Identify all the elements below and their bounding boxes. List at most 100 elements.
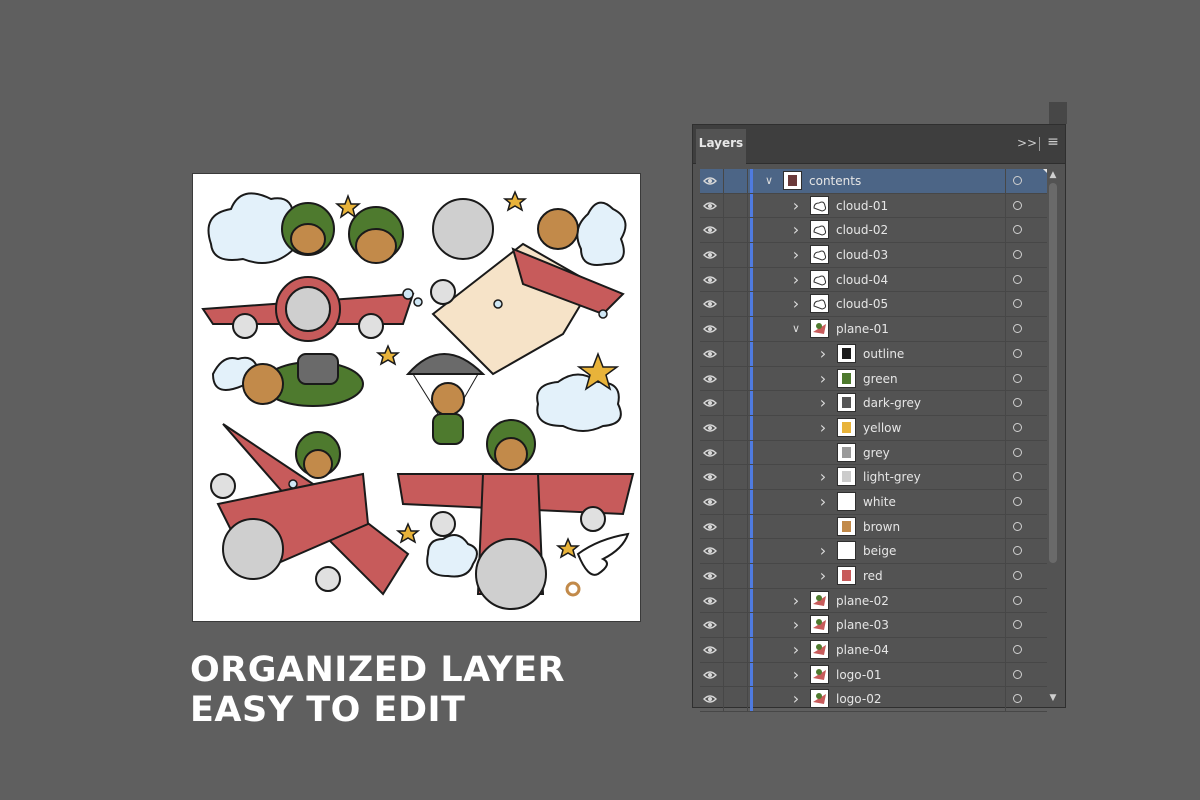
scroll-down-icon[interactable]: ▼: [1047, 692, 1059, 704]
layer-row[interactable]: › plane-04: [700, 638, 1047, 663]
target-circle-icon[interactable]: [1013, 324, 1022, 334]
layer-row[interactable]: › logo-01: [700, 662, 1047, 688]
panel-dock-strip: [1049, 102, 1067, 124]
target-circle-icon[interactable]: [1013, 472, 1022, 482]
target-circle-icon[interactable]: [1013, 373, 1022, 383]
chevron-right-icon[interactable]: ›: [790, 197, 802, 213]
chevron-right-icon[interactable]: ›: [790, 642, 802, 658]
chevron-right-icon[interactable]: ›: [790, 296, 802, 312]
target-circle-icon[interactable]: [1013, 200, 1022, 210]
target-circle-icon[interactable]: [1013, 176, 1022, 185]
target-circle-icon[interactable]: [1013, 571, 1022, 580]
layer-row[interactable]: › light-grey: [700, 465, 1047, 490]
layer-row[interactable]: › logo-02: [700, 687, 1047, 713]
chevron-down-icon[interactable]: ∨: [790, 322, 802, 336]
chevron-right-icon[interactable]: ›: [790, 271, 802, 287]
target-circle-icon[interactable]: [1013, 496, 1022, 506]
eye-icon[interactable]: [703, 619, 717, 631]
column-divider: [747, 267, 748, 292]
chevron-right-icon[interactable]: ›: [817, 568, 829, 584]
eye-icon[interactable]: [703, 570, 717, 582]
eye-icon[interactable]: [703, 249, 717, 261]
layer-row[interactable]: grey: [700, 440, 1047, 466]
layer-row[interactable]: › green: [700, 366, 1047, 392]
layer-row[interactable]: › cloud-02: [700, 218, 1047, 244]
eye-icon[interactable]: [703, 422, 717, 434]
chevron-right-icon[interactable]: ›: [817, 370, 829, 386]
eye-icon[interactable]: [703, 545, 717, 557]
layer-row[interactable]: › yellow: [700, 415, 1047, 441]
target-circle-icon[interactable]: [1013, 398, 1022, 408]
target-circle-icon[interactable]: [1013, 645, 1022, 655]
eye-icon[interactable]: [703, 274, 717, 286]
eye-icon[interactable]: [703, 348, 717, 360]
eye-icon[interactable]: [703, 373, 717, 385]
target-circle-icon[interactable]: [1013, 422, 1022, 432]
eye-icon[interactable]: [703, 298, 717, 310]
scrollbar[interactable]: ▲ ▼: [1047, 169, 1059, 704]
chevron-right-icon[interactable]: ›: [817, 395, 829, 411]
layer-row[interactable]: ∨ contents: [700, 169, 1047, 194]
target-circle-icon[interactable]: [1013, 299, 1022, 309]
eye-icon[interactable]: [703, 323, 717, 335]
hamburger-menu-icon[interactable]: ≡: [1043, 133, 1063, 153]
layer-row[interactable]: › plane-02: [700, 588, 1047, 614]
chevron-right-icon[interactable]: ›: [817, 345, 829, 361]
chevron-right-icon[interactable]: ›: [790, 691, 802, 707]
chevron-right-icon[interactable]: ›: [817, 543, 829, 559]
layer-row[interactable]: brown: [700, 514, 1047, 540]
eye-icon[interactable]: [703, 224, 717, 236]
scroll-thumb[interactable]: [1049, 183, 1057, 563]
chevron-right-icon[interactable]: ›: [790, 617, 802, 633]
target-circle-icon[interactable]: [1013, 694, 1022, 704]
target-circle-icon[interactable]: [1013, 250, 1022, 260]
chevron-right-icon[interactable]: ›: [790, 592, 802, 608]
column-divider: [723, 267, 724, 292]
eye-icon[interactable]: [703, 447, 717, 459]
target-circle-icon[interactable]: [1013, 546, 1022, 556]
layer-color-bar: [750, 638, 753, 662]
layer-row[interactable]: › plane-03: [700, 613, 1047, 639]
layer-row[interactable]: › beige: [700, 539, 1047, 564]
layer-row[interactable]: › cloud-03: [700, 243, 1047, 268]
double-chevron-right-icon[interactable]: >>: [1017, 133, 1037, 153]
layer-row[interactable]: › dark-grey: [700, 391, 1047, 416]
eye-icon[interactable]: [703, 644, 717, 656]
layer-row[interactable]: ∨ plane-01: [700, 317, 1047, 342]
target-circle-icon[interactable]: [1013, 620, 1022, 630]
target-circle-icon[interactable]: [1013, 669, 1022, 679]
chevron-right-icon[interactable]: ›: [817, 493, 829, 509]
layer-row[interactable]: › cloud-04: [700, 267, 1047, 293]
eye-icon[interactable]: [703, 397, 717, 409]
chevron-right-icon[interactable]: ›: [817, 469, 829, 485]
eye-icon[interactable]: [703, 595, 717, 607]
chevron-right-icon[interactable]: ›: [790, 222, 802, 238]
column-divider: [747, 193, 748, 218]
eye-icon[interactable]: [703, 669, 717, 681]
target-circle-icon[interactable]: [1013, 521, 1022, 531]
eye-icon[interactable]: [703, 693, 717, 705]
layer-row[interactable]: › red: [700, 564, 1047, 589]
scroll-up-icon[interactable]: ▲: [1047, 169, 1059, 181]
eye-icon[interactable]: [703, 471, 717, 483]
layer-row[interactable]: › cloud-01: [700, 193, 1047, 219]
target-circle-icon[interactable]: [1013, 595, 1022, 605]
eye-icon[interactable]: [703, 200, 717, 212]
target-circle-icon[interactable]: [1013, 225, 1022, 235]
target-circle-icon[interactable]: [1013, 348, 1022, 358]
chevron-down-icon[interactable]: ∨: [763, 174, 775, 188]
eye-icon[interactable]: [703, 496, 717, 508]
target-circle-icon[interactable]: [1013, 274, 1022, 284]
layer-row[interactable]: › white: [700, 489, 1047, 515]
target-circle-icon[interactable]: [1013, 447, 1022, 457]
tab-layers[interactable]: Layers: [696, 129, 746, 164]
layer-name: outline: [863, 346, 905, 361]
eye-icon[interactable]: [703, 521, 717, 533]
layer-row[interactable]: › outline: [700, 341, 1047, 367]
chevron-right-icon[interactable]: ›: [790, 666, 802, 682]
eye-icon[interactable]: [703, 175, 717, 187]
chevron-right-icon[interactable]: ›: [817, 419, 829, 435]
layer-row[interactable]: › cloud-05: [700, 292, 1047, 318]
column-divider: [747, 415, 748, 440]
chevron-right-icon[interactable]: ›: [790, 247, 802, 263]
